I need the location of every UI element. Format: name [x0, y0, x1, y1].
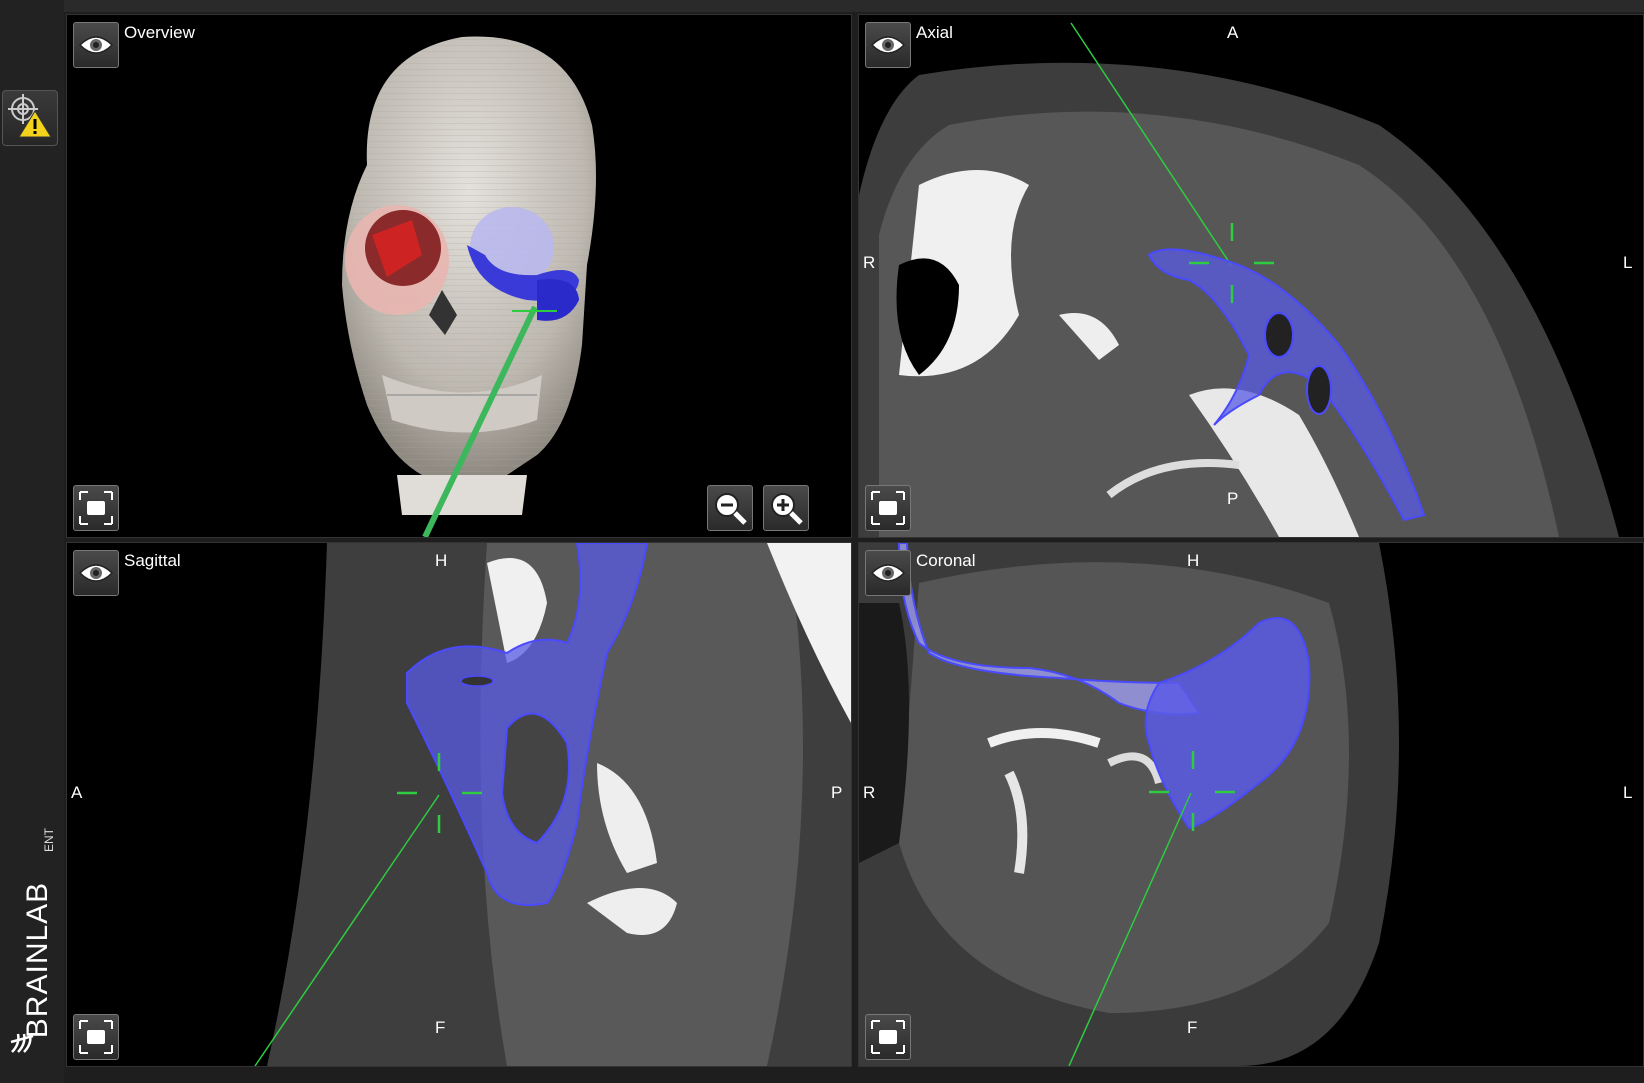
brainlab-logo-icon	[10, 1033, 34, 1053]
axial-orientation-top: A	[1227, 23, 1239, 42]
axial-fullscreen-button[interactable]	[865, 485, 911, 531]
sagittal-visibility-button[interactable]	[73, 550, 119, 596]
zoom-in-icon	[771, 493, 803, 525]
fullscreen-icon	[79, 491, 113, 525]
coronal-fullscreen-button[interactable]	[865, 1014, 911, 1060]
sagittal-orientation-bottom: F	[435, 1018, 446, 1037]
zoom-out-button[interactable]	[707, 485, 753, 531]
sagittal-orientation-top: H	[435, 551, 448, 570]
coronal-view[interactable]: Coronal H F R L	[858, 542, 1644, 1067]
coronal-orientation-top: H	[1187, 551, 1200, 570]
fullscreen-icon	[79, 1020, 113, 1054]
coronal-orientation-right: L	[1623, 783, 1633, 802]
skull-3d-rendering[interactable]	[67, 15, 851, 537]
axial-title: Axial	[916, 23, 953, 42]
overview-view[interactable]: Overview	[66, 14, 852, 538]
zoom-out-icon	[715, 493, 747, 525]
sagittal-orientation-right: P	[831, 783, 843, 802]
left-toolbar: ENT BRAINLAB	[0, 0, 64, 1083]
eye-icon	[78, 564, 114, 582]
brainlab-brand: ENT BRAINLAB	[6, 828, 56, 1070]
sagittal-fullscreen-button[interactable]	[73, 1014, 119, 1060]
brand-product-label: ENT	[42, 828, 56, 852]
sagittal-orientation-left: A	[71, 783, 83, 802]
overview-visibility-button[interactable]	[73, 22, 119, 68]
overview-title: Overview	[124, 23, 195, 42]
sagittal-title: Sagittal	[124, 551, 181, 570]
eye-icon	[870, 36, 906, 54]
axial-view[interactable]: Axial A P R L	[858, 14, 1644, 538]
top-bar	[0, 0, 1644, 12]
fullscreen-icon	[871, 491, 905, 525]
target-warning-icon	[8, 94, 52, 138]
coronal-visibility-button[interactable]	[865, 550, 911, 596]
navigation-warning-button[interactable]	[2, 90, 58, 146]
eye-icon	[78, 36, 114, 54]
axial-orientation-right: L	[1623, 253, 1633, 272]
overview-fullscreen-button[interactable]	[73, 485, 119, 531]
coronal-orientation-bottom: F	[1187, 1018, 1198, 1037]
sagittal-view[interactable]: Sagittal H F A P	[66, 542, 852, 1067]
axial-orientation-left: R	[863, 253, 876, 272]
coronal-orientation-left: R	[863, 783, 876, 802]
zoom-in-button[interactable]	[763, 485, 809, 531]
axial-ct-slice[interactable]	[859, 15, 1643, 537]
axial-orientation-bottom: P	[1227, 489, 1239, 508]
eye-icon	[870, 564, 906, 582]
sagittal-ct-slice[interactable]	[67, 543, 851, 1066]
fullscreen-icon	[871, 1020, 905, 1054]
coronal-ct-slice[interactable]	[859, 543, 1643, 1066]
axial-visibility-button[interactable]	[865, 22, 911, 68]
coronal-title: Coronal	[916, 551, 976, 570]
